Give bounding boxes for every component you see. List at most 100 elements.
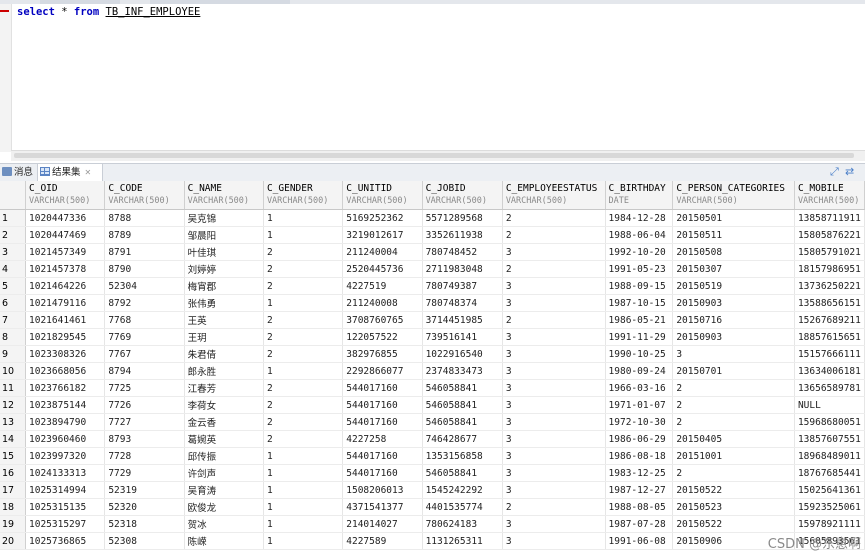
table-cell[interactable]: 1022916540 [422, 345, 503, 363]
row-number[interactable]: 6 [0, 294, 26, 312]
table-cell[interactable]: 18767685441 [794, 464, 865, 482]
table-cell[interactable]: 7728 [104, 447, 185, 465]
table-cell[interactable]: 1025736865 [25, 532, 106, 550]
table-cell[interactable]: 15267689211 [794, 311, 865, 329]
table-cell[interactable]: 1966-03-16 [605, 379, 674, 397]
table-cell[interactable]: 8789 [104, 226, 185, 244]
table-cell[interactable]: 546058841 [422, 413, 503, 431]
table-cell[interactable]: 1987-07-28 [605, 515, 674, 533]
table-cell[interactable]: 20150522 [672, 481, 795, 499]
table-cell[interactable]: 2 [672, 464, 795, 482]
table-cell[interactable]: 陈嵘 [184, 532, 264, 550]
table-cell[interactable]: 2 [672, 413, 795, 431]
table-cell[interactable]: 20150508 [672, 243, 795, 261]
table-cell[interactable]: 546058841 [422, 464, 503, 482]
table-cell[interactable]: 1021464226 [25, 277, 106, 295]
table-cell[interactable]: 3 [502, 515, 606, 533]
table-cell[interactable]: 1 [263, 464, 344, 482]
table-cell[interactable]: 1988-06-04 [605, 226, 674, 244]
table-cell[interactable]: 1021457349 [25, 243, 106, 261]
table-cell[interactable]: 5169252362 [342, 209, 423, 227]
table-cell[interactable]: 8788 [104, 209, 185, 227]
table-cell[interactable]: 8794 [104, 362, 185, 380]
table-cell[interactable]: 1990-10-25 [605, 345, 674, 363]
table-cell[interactable]: 2711983048 [422, 260, 503, 278]
table-row[interactable]: 7 1021641461 7768 王英 2 3708760765 3714451985 2 1… [0, 311, 865, 329]
table-cell[interactable]: NULL [794, 396, 865, 414]
table-cell[interactable]: 122057522 [342, 328, 423, 346]
table-cell[interactable]: 780748374 [422, 294, 503, 312]
row-number[interactable]: 2 [0, 226, 26, 244]
table-cell[interactable]: 许剑声 [184, 464, 264, 482]
table-cell[interactable]: 1 [263, 498, 344, 516]
table-cell[interactable]: 2 [263, 311, 344, 329]
row-number[interactable]: 14 [0, 430, 26, 448]
table-cell[interactable]: 5571289568 [422, 209, 503, 227]
row-number[interactable]: 18 [0, 498, 26, 516]
column-header[interactable]: C_JOBID VARCHAR(500) [422, 181, 503, 210]
table-cell[interactable]: 15968680051 [794, 413, 865, 431]
table-cell[interactable]: 4371541377 [342, 498, 423, 516]
scrollbar-thumb[interactable] [14, 153, 854, 158]
table-cell[interactable]: 544017160 [342, 447, 423, 465]
table-cell[interactable]: 4227258 [342, 430, 423, 448]
table-cell[interactable]: 15805876221 [794, 226, 865, 244]
table-cell[interactable]: 20150903 [672, 328, 795, 346]
table-cell[interactable]: 1 [263, 481, 344, 499]
table-cell[interactable]: 2 [263, 243, 344, 261]
table-cell[interactable]: 3352611938 [422, 226, 503, 244]
table-cell[interactable]: 1021641461 [25, 311, 106, 329]
column-header[interactable]: C_NAME VARCHAR(500) [184, 181, 264, 210]
table-cell[interactable]: 1 [263, 209, 344, 227]
table-cell[interactable]: 2374833473 [422, 362, 503, 380]
table-cell[interactable]: 4227519 [342, 277, 423, 295]
table-cell[interactable]: 1025315297 [25, 515, 106, 533]
table-row[interactable]: 12 1023875144 7726 李荷女 2 544017160 546058841 3 1… [0, 396, 865, 414]
table-cell[interactable]: 2 [502, 311, 606, 329]
table-cell[interactable]: 1988-09-15 [605, 277, 674, 295]
table-cell[interactable]: 叶佳琪 [184, 243, 264, 261]
table-cell[interactable]: 2292866077 [342, 362, 423, 380]
table-cell[interactable]: 52308 [104, 532, 185, 550]
table-cell[interactable]: 1023875144 [25, 396, 106, 414]
row-number[interactable]: 3 [0, 243, 26, 261]
table-cell[interactable]: 1023997320 [25, 447, 106, 465]
table-cell[interactable]: 3 [502, 430, 606, 448]
table-cell[interactable]: 王玥 [184, 328, 264, 346]
table-cell[interactable]: 金云香 [184, 413, 264, 431]
row-number[interactable]: 8 [0, 328, 26, 346]
table-cell[interactable]: 1021479116 [25, 294, 106, 312]
table-cell[interactable]: 214014027 [342, 515, 423, 533]
table-cell[interactable]: 4227589 [342, 532, 423, 550]
row-number[interactable]: 12 [0, 396, 26, 414]
table-cell[interactable]: 3 [502, 464, 606, 482]
table-cell[interactable]: 吴育涛 [184, 481, 264, 499]
table-cell[interactable]: 546058841 [422, 379, 503, 397]
table-cell[interactable]: 1023668056 [25, 362, 106, 380]
table-cell[interactable]: 1991-05-23 [605, 260, 674, 278]
table-row[interactable]: 10 1023668056 8794 郎永胜 1 2292866077 2374833473… [0, 362, 865, 380]
column-header[interactable]: C_EMPLOYEESTATUS VARCHAR(500) [502, 181, 606, 210]
table-cell[interactable]: 1020447469 [25, 226, 106, 244]
result-grid[interactable]: C_OID VARCHAR(500) C_CODE VARCHAR(500) C_NAM… [0, 181, 865, 558]
table-cell[interactable]: 郎永胜 [184, 362, 264, 380]
table-cell[interactable]: 2 [672, 396, 795, 414]
table-cell[interactable]: 1991-06-08 [605, 532, 674, 550]
table-cell[interactable]: 1023766182 [25, 379, 106, 397]
table-cell[interactable]: 2520445736 [342, 260, 423, 278]
column-header[interactable]: C_MOBILE VARCHAR(500) [794, 181, 865, 210]
table-cell[interactable]: 李荷女 [184, 396, 264, 414]
table-cell[interactable]: 20150701 [672, 362, 795, 380]
table-cell[interactable]: 18157986951 [794, 260, 865, 278]
table-cell[interactable]: 2 [502, 498, 606, 516]
table-cell[interactable]: 8793 [104, 430, 185, 448]
table-cell[interactable]: 1972-10-30 [605, 413, 674, 431]
table-cell[interactable]: 20150405 [672, 430, 795, 448]
table-cell[interactable]: 7729 [104, 464, 185, 482]
table-cell[interactable]: 18857615651 [794, 328, 865, 346]
table-cell[interactable]: 382976855 [342, 345, 423, 363]
table-cell[interactable]: 20150501 [672, 209, 795, 227]
row-number[interactable]: 16 [0, 464, 26, 482]
table-cell[interactable]: 8790 [104, 260, 185, 278]
table-cell[interactable]: 3708760765 [342, 311, 423, 329]
